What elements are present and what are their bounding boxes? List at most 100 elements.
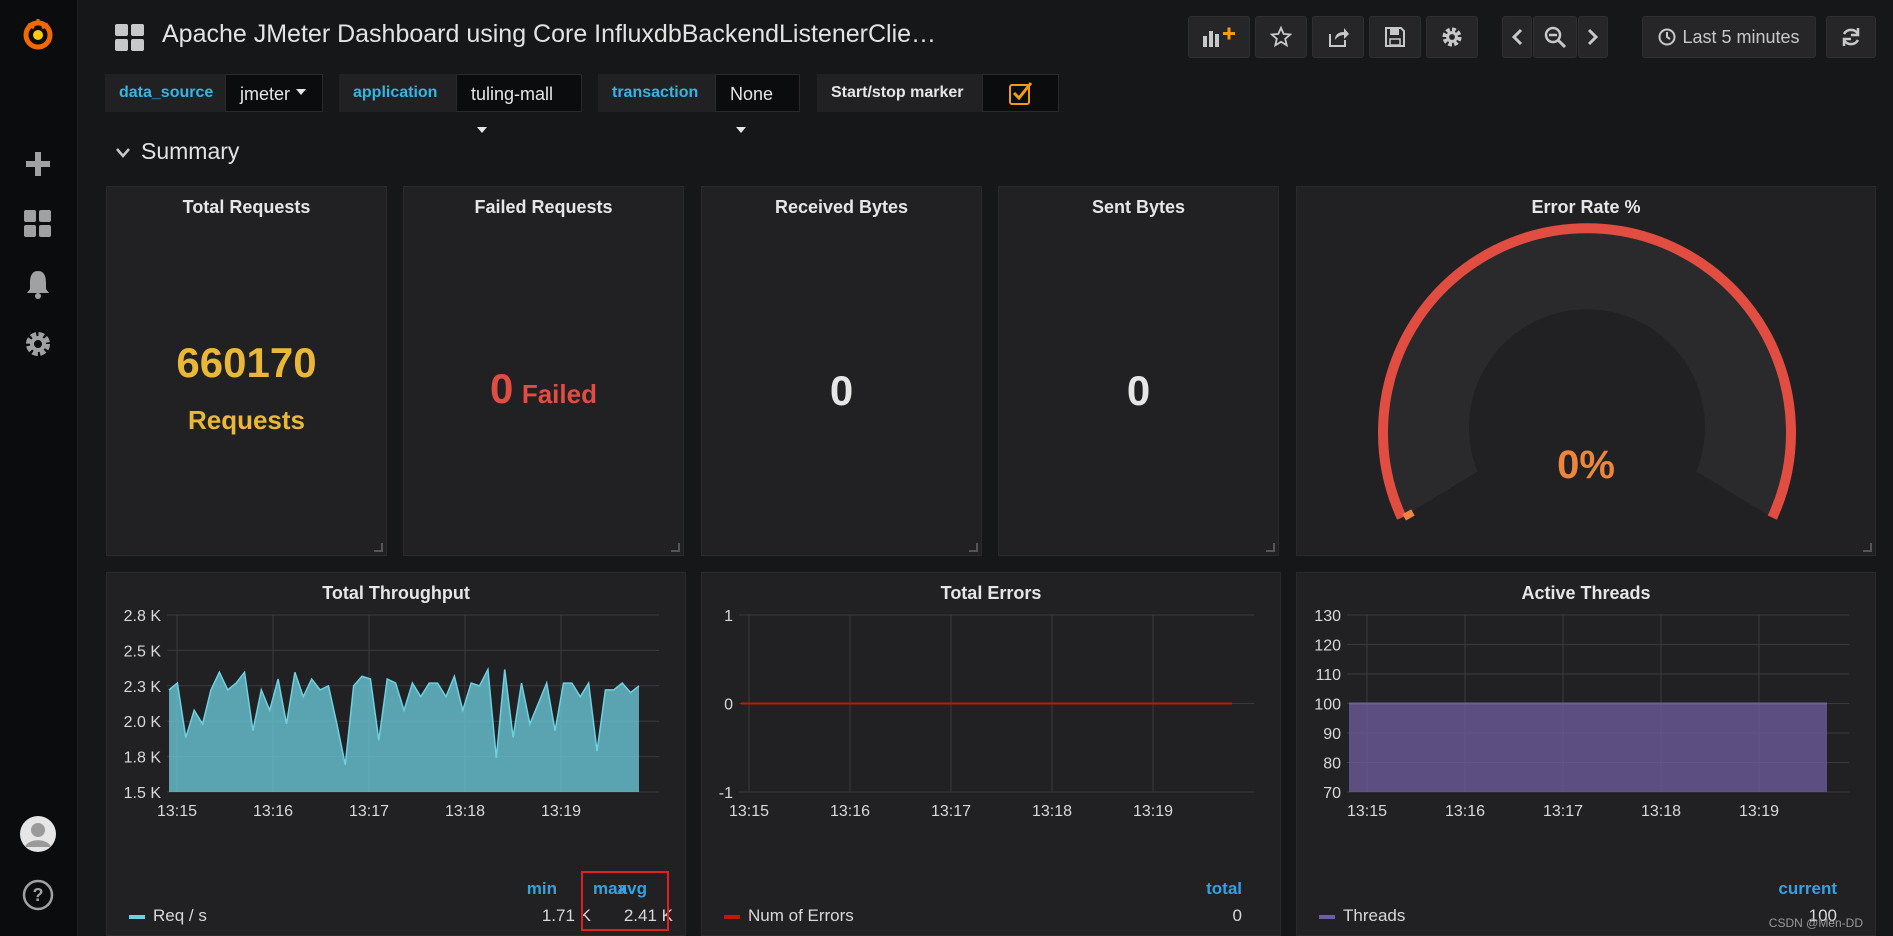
series-name: Threads — [1343, 906, 1406, 925]
panel-title[interactable]: Total Requests — [107, 197, 386, 218]
avatar[interactable] — [20, 816, 56, 852]
star-button[interactable] — [1255, 16, 1307, 58]
x-tick-label: 13:19 — [541, 803, 581, 820]
resize-handle[interactable] — [671, 543, 680, 552]
share-icon — [1329, 28, 1349, 47]
y-tick-label: 90 — [1323, 726, 1341, 743]
variable-select-data-source[interactable]: jmeter — [225, 74, 323, 112]
y-tick-label: 0 — [724, 697, 733, 714]
dashboards-icon[interactable] — [20, 206, 56, 242]
zoom-out-icon — [1544, 26, 1566, 48]
gauge-value: 0% — [1557, 443, 1615, 487]
time-range-label: Last 5 minutes — [1682, 26, 1800, 47]
panel-title[interactable]: Active Threads — [1297, 583, 1875, 604]
series-area — [1349, 703, 1827, 792]
resize-handle[interactable] — [374, 543, 383, 552]
x-tick-label: 13:19 — [1133, 803, 1173, 820]
gear-icon[interactable] — [20, 326, 56, 362]
caret-down-icon — [736, 127, 746, 134]
x-tick-label: 13:15 — [1347, 803, 1387, 820]
y-tick-label: 1.5 K — [124, 785, 162, 802]
panel-title[interactable]: Total Errors — [702, 583, 1280, 604]
legend-series-row[interactable]: Req / s — [129, 906, 207, 926]
legend-header-current[interactable]: current — [1737, 879, 1837, 899]
gauge — [1378, 223, 1796, 521]
resize-handle[interactable] — [1266, 543, 1275, 552]
add-panel-button[interactable] — [1188, 16, 1250, 58]
top-navbar: Apache JMeter Dashboard using Core Influ… — [77, 0, 1893, 76]
legend-value-total: 0 — [1232, 906, 1242, 925]
legend-series-row[interactable]: Num of Errors — [724, 906, 854, 926]
sidebar: ? — [0, 0, 78, 936]
series-name: Num of Errors — [748, 906, 854, 925]
legend-header-total[interactable]: total — [1142, 879, 1242, 899]
panel-title[interactable]: Total Throughput — [107, 583, 685, 604]
y-tick-label: 100 — [1314, 697, 1341, 714]
refresh-button[interactable] — [1826, 16, 1876, 58]
panel-active-threads: Active Threads 70 80 90 100 110 120 130 13:15 13… — [1296, 572, 1876, 936]
panel-failed-requests: Failed Requests 0 Failed — [403, 186, 684, 556]
panel-sent-bytes: Sent Bytes 0 — [998, 186, 1279, 556]
series-area — [169, 669, 639, 792]
start-stop-marker-checkbox[interactable] — [982, 74, 1059, 112]
throughput-graph[interactable]: 1.5 K 1.8 K 2.0 K 2.3 K 2.5 K 2.8 K 13:15 13:16… — [107, 603, 687, 903]
save-button[interactable] — [1369, 16, 1421, 58]
time-forward-button[interactable] — [1578, 16, 1608, 58]
x-tick-label: 13:18 — [445, 803, 485, 820]
dashboard-grid-icon — [115, 24, 145, 57]
x-tick-label: 13:17 — [349, 803, 389, 820]
y-tick-label: 1 — [724, 608, 733, 625]
grafana-logo-icon[interactable] — [20, 16, 56, 52]
panel-total-errors: Total Errors -1 0 1 13:15 13:16 13:17 13:18 13:… — [701, 572, 1281, 936]
watermark: CSDN @Men-DD — [1768, 916, 1863, 930]
y-tick-label: 2.8 K — [124, 608, 162, 625]
panel-title[interactable]: Sent Bytes — [999, 197, 1278, 218]
time-picker-button[interactable]: Last 5 minutes — [1642, 16, 1816, 58]
legend-series-row[interactable]: Threads — [1319, 906, 1405, 926]
y-tick-label: 120 — [1314, 638, 1341, 655]
plus-icon[interactable] — [20, 146, 56, 182]
variable-label-application: application — [339, 74, 456, 112]
variable-select-application[interactable]: tuling-mall — [456, 74, 582, 134]
stat-value: 0 — [490, 365, 514, 412]
errors-graph[interactable]: -1 0 1 13:15 13:16 13:17 13:18 13:19 — [702, 603, 1282, 903]
y-tick-label: 2.0 K — [124, 714, 162, 731]
x-tick-label: 13:16 — [1445, 803, 1485, 820]
settings-button[interactable] — [1426, 16, 1478, 58]
x-tick-label: 13:15 — [157, 803, 197, 820]
panel-title[interactable]: Received Bytes — [702, 197, 981, 218]
share-button[interactable] — [1312, 16, 1364, 58]
chevron-down-icon[interactable] — [116, 148, 130, 158]
caret-down-icon — [477, 127, 487, 134]
row-title-summary[interactable]: Summary — [141, 138, 239, 165]
y-tick-label: 70 — [1323, 785, 1341, 802]
time-back-button[interactable] — [1502, 16, 1532, 58]
series-color-swatch — [724, 914, 740, 919]
chevron-left-icon — [1511, 28, 1523, 46]
series-color-swatch — [129, 914, 145, 919]
variable-value: None — [730, 84, 774, 104]
help-icon[interactable]: ? — [20, 877, 56, 913]
resize-handle[interactable] — [1863, 543, 1872, 552]
y-tick-label: 1.8 K — [124, 750, 162, 767]
variable-value: jmeter — [240, 84, 291, 104]
bell-icon[interactable] — [20, 266, 56, 302]
resize-handle[interactable] — [969, 543, 978, 552]
template-variables: data_source jmeter application tuling-ma… — [105, 74, 1893, 134]
threads-graph[interactable]: 70 80 90 100 110 120 130 13:15 13:16 13:17 13:18 13… — [1297, 603, 1877, 903]
stat-value: 660170 — [176, 339, 317, 386]
x-tick-label: 13:18 — [1641, 803, 1681, 820]
panel-title[interactable]: Failed Requests — [404, 197, 683, 218]
stat-unit: Requests — [187, 405, 306, 435]
y-tick-label: 110 — [1315, 667, 1341, 684]
chevron-right-icon — [1587, 28, 1599, 46]
dashboard-title[interactable]: Apache JMeter Dashboard using Core Influ… — [162, 20, 936, 49]
y-tick-label: 2.3 K — [124, 679, 162, 696]
x-tick-label: 13:19 — [1739, 803, 1779, 820]
variable-select-transaction[interactable]: None — [715, 74, 800, 134]
variable-label-start-stop-marker: Start/stop marker — [817, 74, 982, 112]
zoom-out-button[interactable] — [1533, 16, 1577, 58]
variable-label-transaction: transaction — [598, 74, 715, 112]
stat-unit: Failed — [521, 379, 597, 409]
stat-value-line: 0 Failed — [404, 365, 683, 413]
